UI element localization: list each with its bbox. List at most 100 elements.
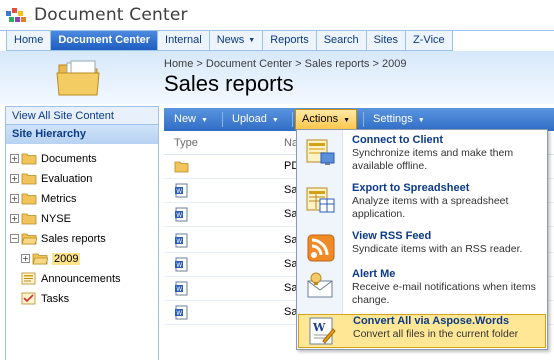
tree-item-announcements[interactable]: Announcements (21, 270, 121, 287)
tab-internal[interactable]: Internal (157, 31, 209, 51)
expand-icon[interactable]: + (10, 154, 19, 163)
actions-label: Actions (302, 113, 339, 125)
site-title-bar: Document Center (0, 0, 554, 30)
chevron-down-icon: ▼ (343, 117, 351, 124)
upload-label: Upload (232, 113, 267, 125)
menu-item-description: Synchronize items and make them availabl… (352, 147, 514, 172)
tab-home[interactable]: Home (6, 31, 51, 51)
folder-icon (21, 153, 37, 165)
tree-item-label: 2009 (52, 252, 81, 265)
new-button[interactable]: New ▼ (174, 108, 208, 131)
tree-item-2009[interactable]: + 2009 (21, 250, 81, 267)
settings-button[interactable]: Settings ▼ (373, 108, 425, 131)
tree-item-label: Tasks (41, 292, 70, 305)
svg-text:W: W (176, 262, 182, 269)
chevron-down-icon: ▼ (248, 37, 256, 44)
collapse-icon[interactable]: − (10, 234, 19, 243)
tree-item-nyse[interactable]: + NYSE (10, 210, 71, 227)
site-hierarchy-tree: + Documents + Evaluation + Metrics + NYS… (5, 144, 159, 360)
menu-item-title: View RSS Feed (352, 230, 432, 242)
menu-item-connect-to-client[interactable]: Connect to Client Synchronize items and … (297, 134, 547, 178)
tab-news[interactable]: News ▼ (208, 31, 263, 51)
menu-item-title: Connect to Client (352, 134, 444, 146)
tab-label: Internal (165, 34, 202, 46)
tree-item-tasks[interactable]: Tasks (21, 290, 69, 307)
breadcrumb[interactable]: Home > Document Center > Sales reports >… (164, 58, 406, 70)
svg-text:W: W (176, 286, 182, 293)
tree-item-documents[interactable]: + Documents (10, 150, 97, 167)
expand-icon[interactable]: + (10, 194, 19, 203)
tab-search[interactable]: Search (315, 31, 366, 51)
toolbar-divider (363, 112, 364, 127)
expand-icon[interactable]: + (10, 214, 19, 223)
word-document-icon: W (175, 305, 188, 320)
folder-icon (21, 173, 37, 185)
tab-label: News (216, 34, 245, 46)
new-label: New (174, 113, 197, 125)
tree-item-label: NYSE (41, 212, 71, 225)
site-hierarchy-heading: Site Hierarchy (5, 125, 159, 144)
word-document-icon: W (175, 281, 188, 296)
menu-item-export-to-spreadsheet[interactable]: Export to Spreadsheet Analyze items with… (297, 182, 547, 226)
sharepoint-logo-icon (6, 8, 26, 22)
tab-label: Reports (270, 34, 309, 46)
connect-client-icon (306, 139, 335, 165)
chevron-down-icon: ▼ (271, 117, 279, 124)
tab-label: Home (14, 34, 44, 46)
tree-item-sales-reports[interactable]: − Sales reports (10, 230, 106, 247)
folder-icon (21, 213, 37, 225)
menu-item-description: Receive e-mail notifications when items … (352, 281, 536, 306)
menu-item-description: Convert all files in the current folder (353, 328, 519, 340)
page-title: Sales reports (164, 71, 294, 96)
tab-z-vice[interactable]: Z-Vice (405, 31, 453, 51)
expand-icon[interactable]: + (21, 254, 30, 263)
svg-text:W: W (312, 321, 326, 334)
left-navigation: View All Site Content Site Hierarchy + D… (5, 106, 159, 360)
folder-icon (21, 193, 37, 205)
svg-text:W: W (176, 188, 182, 195)
actions-menu: Connect to Client Synchronize items and … (296, 129, 548, 350)
folder-large-icon (56, 60, 100, 96)
menu-item-title: Alert Me (352, 268, 396, 280)
actions-button[interactable]: Actions ▼ (295, 109, 358, 130)
tab-label: Document Center (58, 34, 151, 46)
folder-open-icon (32, 253, 48, 265)
expand-icon[interactable]: + (10, 174, 19, 183)
menu-item-title: Convert All via Aspose.Words (353, 315, 510, 327)
word-document-icon: W (175, 233, 188, 248)
tree-item-label: Evaluation (41, 172, 93, 185)
tab-sites[interactable]: Sites (365, 31, 406, 51)
folder-icon (174, 161, 189, 173)
menu-item-description: Syndicate items with an RSS reader. (352, 243, 523, 255)
word-document-icon: W (175, 183, 188, 198)
word-document-icon: W (175, 257, 188, 272)
tree-item-metrics[interactable]: + Metrics (10, 190, 76, 207)
menu-item-view-rss-feed[interactable]: View RSS Feed Syndicate items with an RS… (297, 230, 547, 266)
menu-item-convert-via-aspose-words[interactable]: W Convert All via Aspose.Words Convert a… (298, 314, 546, 348)
column-header-type[interactable]: Type (174, 131, 198, 155)
svg-text:W: W (176, 310, 182, 317)
top-navigation: Home Document Center Internal News ▼ Repo… (0, 30, 554, 51)
upload-button[interactable]: Upload ▼ (232, 108, 279, 131)
svg-text:W: W (176, 238, 182, 245)
tab-label: Search (323, 34, 359, 46)
tree-item-label: Metrics (41, 192, 77, 205)
toolbar-divider (292, 112, 293, 127)
rss-icon (307, 234, 335, 262)
tab-label: Sites (373, 34, 399, 46)
tab-reports[interactable]: Reports (262, 31, 316, 51)
view-all-site-content-link[interactable]: View All Site Content (5, 106, 159, 125)
alert-icon (307, 272, 333, 298)
word-document-icon: W (175, 207, 188, 222)
tab-document-center[interactable]: Document Center (50, 31, 158, 51)
menu-item-description: Analyze items with a spreadsheet applica… (352, 195, 509, 220)
tab-label: Z-Vice (413, 34, 445, 46)
tree-item-evaluation[interactable]: + Evaluation (10, 170, 92, 187)
tree-item-label: Announcements (41, 272, 121, 285)
folder-open-icon (21, 233, 37, 245)
announcements-icon (21, 272, 36, 285)
toolbar-divider (222, 112, 223, 127)
site-title[interactable]: Document Center (34, 5, 188, 25)
tree-item-label: Documents (41, 152, 97, 165)
menu-item-alert-me[interactable]: Alert Me Receive e-mail notifications wh… (297, 268, 547, 310)
